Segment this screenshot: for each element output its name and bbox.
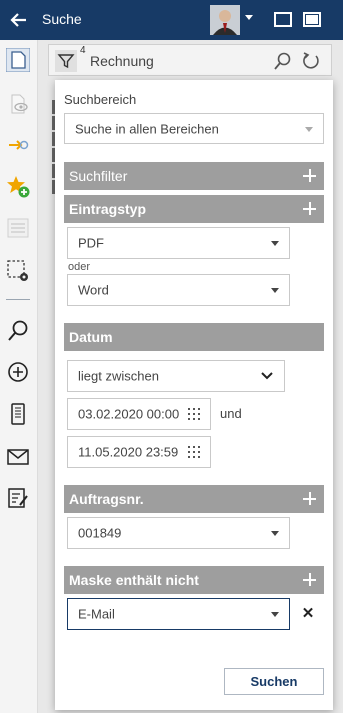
left-toolbar xyxy=(0,40,38,713)
add-circle-icon[interactable] xyxy=(6,360,30,384)
selection-settings-icon[interactable] xyxy=(6,259,30,283)
filter-panel: Suchbereich Suche in allen Bereichen Suc… xyxy=(55,80,333,710)
suchen-button[interactable]: Suchen xyxy=(224,668,324,695)
calendar-grid-icon[interactable] xyxy=(188,408,200,420)
maske-select[interactable]: E-Mail xyxy=(67,598,290,630)
link-arrow-icon[interactable] xyxy=(6,133,30,157)
user-menu-caret-icon[interactable] xyxy=(245,15,253,20)
chevron-down-icon xyxy=(271,288,279,293)
chevron-down-icon xyxy=(261,372,273,380)
chevron-down-icon xyxy=(271,241,279,246)
suchbereich-select[interactable]: Suche in allen Bereichen xyxy=(64,113,324,144)
calendar-grid-icon[interactable] xyxy=(188,446,200,458)
edit-note-icon[interactable] xyxy=(6,486,30,510)
remove-maske-icon[interactable]: ✕ xyxy=(301,606,315,621)
chevron-down-icon xyxy=(305,126,313,132)
search-query-input[interactable]: Rechnung xyxy=(90,53,154,69)
app-header: Suche xyxy=(0,0,343,40)
oder-label: oder xyxy=(68,261,91,273)
document-icon[interactable] xyxy=(6,48,30,72)
search-bar: 4 Rechnung xyxy=(48,44,332,76)
reset-icon[interactable] xyxy=(301,51,321,71)
eintragstyp-header[interactable]: Eintragstyp xyxy=(64,195,324,223)
datum-to-field[interactable]: 11.05.2020 23:59 xyxy=(67,436,211,468)
window-maximize-icon[interactable] xyxy=(303,12,321,27)
user-avatar[interactable] xyxy=(210,5,240,35)
datum-from-field[interactable]: 03.02.2020 00:00 xyxy=(67,398,211,430)
maske-header[interactable]: Maske enthält nicht xyxy=(64,566,324,594)
search-icon[interactable] xyxy=(6,319,30,343)
list-icon[interactable] xyxy=(6,216,30,240)
filter-funnel-icon[interactable] xyxy=(55,50,77,72)
page-title: Suche xyxy=(42,11,82,27)
und-label: und xyxy=(220,406,242,421)
chevron-down-icon xyxy=(271,531,279,536)
filter-count-badge: 4 xyxy=(80,45,86,56)
datum-operator-select[interactable]: liegt zwischen xyxy=(67,360,285,392)
suchbereich-label: Suchbereich xyxy=(64,92,137,107)
back-arrow-icon[interactable] xyxy=(8,9,30,31)
user-photo-icon xyxy=(210,5,240,35)
eintragstyp-select-1[interactable]: PDF xyxy=(67,227,290,259)
mail-icon[interactable] xyxy=(6,445,30,469)
auftragsnr-select[interactable]: 001849 xyxy=(67,517,290,549)
add-eintragstyp-icon[interactable] xyxy=(303,202,316,215)
preview-eye-icon[interactable] xyxy=(6,92,30,116)
add-maske-icon[interactable] xyxy=(303,573,316,586)
auftragsnr-header[interactable]: Auftragsnr. xyxy=(64,485,324,513)
add-auftragsnr-icon[interactable] xyxy=(303,492,316,505)
phone-device-icon[interactable] xyxy=(6,402,30,426)
chevron-down-icon xyxy=(271,612,279,617)
suchfilter-header[interactable]: Suchfilter xyxy=(64,162,324,190)
eintragstyp-select-2[interactable]: Word xyxy=(67,274,290,306)
favorite-add-icon[interactable] xyxy=(6,174,30,198)
window-layout-icon[interactable] xyxy=(274,12,292,27)
add-filter-icon[interactable] xyxy=(303,169,316,182)
search-submit-icon[interactable] xyxy=(272,51,292,71)
toolbar-separator xyxy=(6,299,30,300)
datum-header[interactable]: Datum xyxy=(64,323,324,351)
